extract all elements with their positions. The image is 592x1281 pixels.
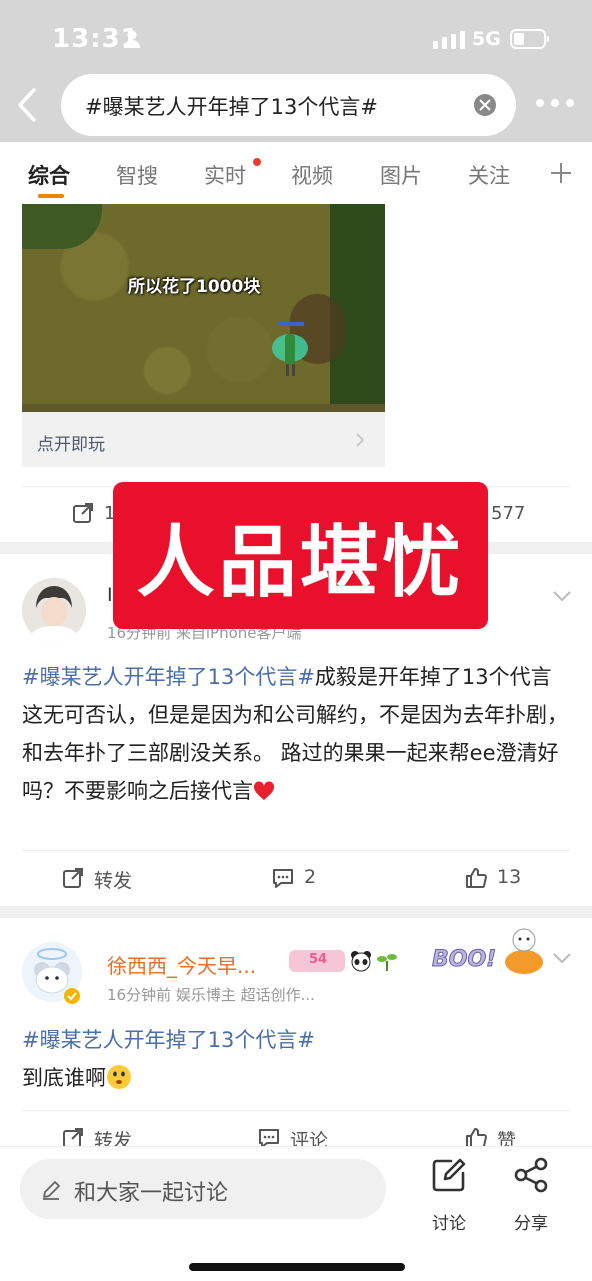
more-icon[interactable] — [535, 96, 575, 110]
compose-icon — [432, 1158, 466, 1192]
realtime-notification-dot — [253, 158, 261, 166]
thumbs-up-icon — [466, 868, 487, 888]
badge-level: 54 — [309, 952, 328, 967]
game-preview-image[interactable]: 所以花了1000块 — [22, 204, 385, 412]
post-body-text: 到底谁啊 — [22, 1066, 106, 1090]
red-heart-icon — [253, 781, 275, 800]
tab-comprehensive[interactable]: 综合 — [28, 160, 70, 190]
avatar[interactable] — [22, 578, 86, 642]
tab-video[interactable]: 视频 — [291, 160, 333, 190]
repost-icon — [63, 868, 83, 888]
search-query: #曝某艺人开年掉了13个代言# — [85, 95, 378, 119]
person-icon — [124, 30, 140, 48]
thinking-face-icon — [107, 1065, 131, 1089]
repost-button[interactable]: 转发 — [63, 866, 133, 893]
section-gap — [0, 906, 592, 918]
post-author-name[interactable]: I — [107, 584, 113, 606]
search-tabs: 综合 智搜 实时 视频 图片 关注 — [0, 142, 592, 204]
tab-realtime[interactable]: 实时 — [204, 160, 246, 190]
active-tab-indicator — [38, 194, 64, 198]
tab-images[interactable]: 图片 — [380, 160, 422, 190]
signal-icon — [433, 31, 465, 49]
search-input[interactable]: #曝某艺人开年掉了13个代言# — [61, 74, 516, 136]
post-body: #曝某艺人开年掉了13个代言#成毅是开年掉了13个代言这无可否认，但是是因为和公… — [22, 658, 572, 810]
discussion-placeholder: 和大家一起讨论 — [74, 1181, 229, 1206]
back-arrow-icon[interactable] — [14, 88, 40, 122]
hashtag-link[interactable]: #曝某艺人开年掉了13个代言# — [22, 1028, 315, 1052]
tab-smart-search[interactable]: 智搜 — [116, 160, 158, 190]
network-label: 5G — [472, 28, 501, 50]
boo-sticker-icon: BOO! — [432, 928, 543, 974]
overlay-text: 人品堪忧 — [136, 518, 465, 608]
svg-text:BOO!: BOO! — [432, 947, 496, 972]
discussion-input[interactable]: 和大家一起讨论 — [20, 1159, 386, 1219]
post-author-name[interactable]: 徐西西_今天早... — [107, 950, 256, 979]
bottom-bar: 和大家一起讨论 讨论 分享 — [0, 1146, 592, 1281]
repost-label: 转发 — [94, 870, 133, 892]
tab-following[interactable]: 关注 — [468, 160, 510, 190]
battery-icon — [510, 29, 549, 49]
share-label: 分享 — [514, 1214, 548, 1234]
chevron-down-icon[interactable] — [552, 952, 572, 964]
discuss-button[interactable]: 讨论 — [419, 1157, 479, 1234]
sprout-icon — [377, 954, 397, 971]
game-caption: 所以花了1000块 — [128, 277, 261, 297]
comment-count: 2 — [304, 866, 317, 888]
add-tab-icon[interactable] — [550, 162, 572, 184]
game-character-icon — [272, 322, 308, 376]
like-count: 13 — [497, 866, 522, 888]
clear-search-icon[interactable] — [474, 94, 496, 116]
overlay-banner: 人品堪忧 — [113, 482, 488, 629]
share-button[interactable]: 分享 — [501, 1157, 561, 1234]
pencil-icon — [43, 1181, 60, 1200]
comment-icon — [273, 869, 293, 888]
repost-icon[interactable] — [72, 502, 94, 524]
top-header: 13:31 5G #曝某艺人开年掉了13个代言# — [0, 0, 592, 142]
comment-button[interactable]: 2 — [273, 866, 317, 888]
chevron-right-icon — [356, 433, 365, 447]
hashtag-link[interactable]: #曝某艺人开年掉了13个代言# — [22, 665, 315, 689]
fan-level-badge: 54 — [289, 950, 345, 972]
discuss-label: 讨论 — [432, 1214, 466, 1234]
share-icon — [514, 1157, 548, 1193]
like-count: 577 — [491, 503, 526, 524]
chevron-down-icon[interactable] — [552, 590, 572, 602]
play-now-label: 点开即玩 — [37, 435, 105, 455]
play-now-bar[interactable]: 点开即玩 — [22, 412, 385, 467]
like-button[interactable]: 13 — [466, 866, 522, 888]
panda-icon — [351, 951, 371, 972]
avatar[interactable] — [20, 938, 84, 1006]
game-progress-bar — [22, 404, 385, 412]
home-indicator — [189, 1263, 405, 1271]
post-actions: 转发 2 13 — [22, 850, 570, 906]
post-body: #曝某艺人开年掉了13个代言# 到底谁啊 — [22, 1021, 572, 1097]
post-meta: 16分钟前 娱乐博主 超话创作... — [107, 986, 315, 1004]
